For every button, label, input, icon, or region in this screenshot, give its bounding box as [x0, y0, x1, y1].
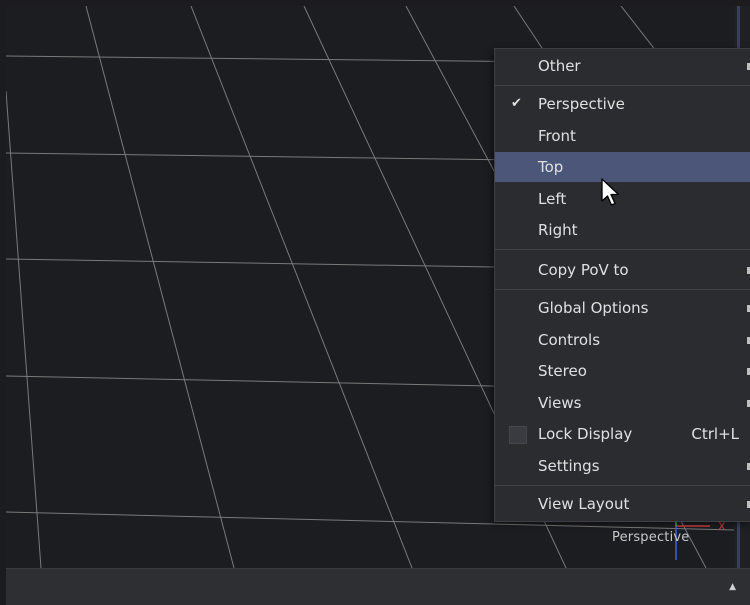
view-name-label: Perspective: [612, 530, 690, 545]
menu-item-label: Settings: [538, 457, 600, 475]
menu-item-label: Views: [538, 394, 582, 412]
grid-line: [6, 90, 42, 568]
app-window: X Perspective ▲ Other ✔ Perspective Fron…: [0, 0, 750, 605]
menu-item-label: View Layout: [538, 495, 630, 513]
menu-item-label: Controls: [538, 331, 601, 349]
menu-item-label: Left: [538, 190, 567, 208]
menu-item-label: Stereo: [538, 362, 587, 380]
menu-item-left[interactable]: Left: [495, 184, 750, 214]
menu-item-views[interactable]: Views: [495, 388, 750, 418]
triangle-up-icon[interactable]: ▲: [729, 582, 736, 592]
grid-line: [85, 6, 235, 568]
menu-item-lock-display[interactable]: Lock Display Ctrl+L: [495, 419, 750, 449]
menu-item-label: Other: [538, 57, 581, 75]
menu-item-stereo[interactable]: Stereo: [495, 356, 750, 386]
menu-separator: [495, 289, 750, 290]
grid-line: [190, 6, 413, 568]
menu-item-view-layout[interactable]: View Layout: [495, 489, 750, 519]
menu-item-other[interactable]: Other: [495, 51, 750, 81]
menu-separator: [495, 485, 750, 486]
menu-item-global-options[interactable]: Global Options: [495, 293, 750, 323]
menu-item-label: Global Options: [538, 299, 649, 317]
menu-item-shortcut: Ctrl+L: [691, 425, 739, 443]
menu-item-label: Top: [538, 158, 564, 176]
menu-item-label: Front: [538, 127, 576, 145]
menu-item-perspective[interactable]: ✔ Perspective: [495, 89, 750, 119]
lock-display-checkbox[interactable]: [509, 426, 527, 444]
menu-item-label: Lock Display: [538, 425, 633, 443]
menu-item-label: Right: [538, 221, 578, 239]
status-bar: ▲: [6, 568, 750, 605]
menu-item-top[interactable]: Top: [495, 152, 750, 182]
context-menu: Other ✔ Perspective Front Top Left Right…: [494, 48, 750, 522]
menu-item-label: Perspective: [538, 95, 625, 113]
menu-item-right[interactable]: Right: [495, 215, 750, 245]
menu-item-settings[interactable]: Settings: [495, 451, 750, 481]
menu-item-controls[interactable]: Controls: [495, 325, 750, 355]
menu-separator: [495, 85, 750, 86]
menu-item-copy-pov[interactable]: Copy PoV to: [495, 255, 750, 285]
checkmark-icon: ✔: [511, 96, 522, 111]
mouse-pointer-icon: [600, 178, 622, 212]
menu-item-label: Copy PoV to: [538, 261, 629, 279]
menu-separator: [495, 249, 750, 250]
menu-item-front[interactable]: Front: [495, 121, 750, 151]
